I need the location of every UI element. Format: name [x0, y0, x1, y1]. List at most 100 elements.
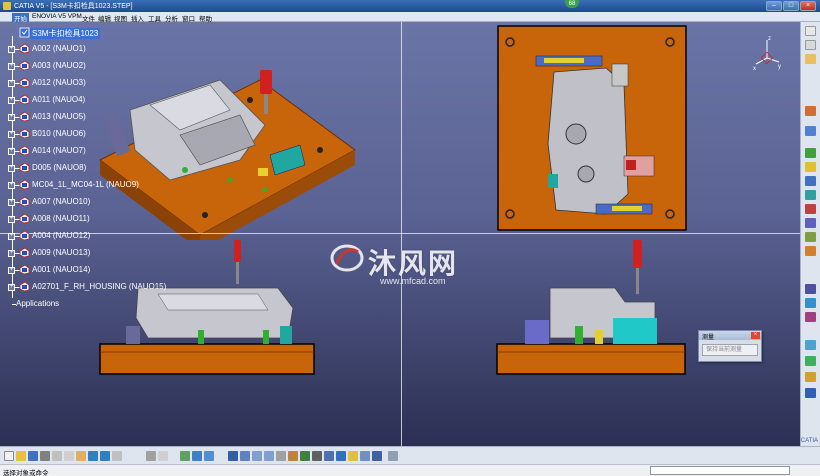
measure-between-icon[interactable]: [348, 451, 358, 461]
expand-icon[interactable]: +: [8, 199, 15, 206]
toolbar-scene-icon[interactable]: [805, 232, 816, 242]
toolbar-assembly-icon[interactable]: [805, 126, 816, 136]
tree-item[interactable]: + A003 (NAUO2): [4, 59, 184, 73]
toolbar-catalog-icon[interactable]: [805, 218, 816, 228]
toolbar-material-icon[interactable]: [805, 388, 816, 398]
swap-visible-icon[interactable]: [336, 451, 346, 461]
command-input[interactable]: [650, 466, 790, 475]
formula-icon[interactable]: [146, 451, 156, 461]
measure-item-icon[interactable]: [360, 451, 370, 461]
tree-item[interactable]: + A002 (NAUO1): [4, 42, 184, 56]
apply-material-icon[interactable]: [372, 451, 382, 461]
expand-icon[interactable]: +: [8, 63, 15, 70]
expand-icon[interactable]: +: [8, 233, 15, 240]
tree-item-label[interactable]: A013 (NAUO5): [32, 112, 86, 121]
catia-app-icon[interactable]: [3, 2, 11, 10]
tree-item[interactable]: + A009 (NAUO13): [4, 246, 184, 260]
toolbar-move-icon[interactable]: [805, 176, 816, 186]
tree-item[interactable]: + A012 (NAUO3): [4, 76, 184, 90]
tree-item-label[interactable]: A014 (NAUO7): [32, 146, 86, 155]
tree-item-label[interactable]: A009 (NAUO13): [32, 248, 90, 257]
tree-item-label[interactable]: A002 (NAUO1): [32, 44, 86, 53]
toolbar-product-icon[interactable]: [805, 106, 816, 116]
pan-icon[interactable]: [228, 451, 238, 461]
toolbar-clash-icon[interactable]: [805, 284, 816, 294]
tree-item[interactable]: + B010 (NAUO6): [4, 127, 184, 141]
shading-icon[interactable]: [312, 451, 322, 461]
dialog-header[interactable]: 测量 ×: [699, 331, 761, 341]
toolbar-view-icon[interactable]: [805, 340, 816, 350]
expand-icon[interactable]: +: [8, 284, 15, 291]
menu-enovia[interactable]: ENOVIA V5 VPM: [32, 13, 82, 20]
tree-item-label[interactable]: A003 (NAUO2): [32, 61, 86, 70]
tree-item-label[interactable]: A004 (NAUO12): [32, 231, 90, 240]
expand-icon[interactable]: +: [8, 182, 15, 189]
open-file-icon[interactable]: [16, 451, 26, 461]
compass-axis-icon[interactable]: z y x: [752, 34, 782, 74]
3d-viewport[interactable]: S3M卡扣检具1023 + A002 (NAUO1) + A003 (NAUO2…: [0, 22, 800, 446]
grid-icon[interactable]: [180, 451, 190, 461]
save-icon[interactable]: [28, 451, 38, 461]
paste-icon[interactable]: [76, 451, 86, 461]
iso-view-icon[interactable]: [300, 451, 310, 461]
keep-measure-button[interactable]: 保持当前测量: [702, 344, 758, 356]
tree-root[interactable]: S3M卡扣检具1023: [4, 26, 184, 40]
expand-icon[interactable]: +: [8, 250, 15, 257]
expand-icon[interactable]: +: [8, 267, 15, 274]
tree-item[interactable]: + D005 (NAUO8): [4, 161, 184, 175]
toolbar-arrow-icon[interactable]: [805, 40, 816, 50]
tree-item-label[interactable]: A001 (NAUO14): [32, 265, 90, 274]
normal-view-icon[interactable]: [276, 451, 286, 461]
cut-icon[interactable]: [52, 451, 62, 461]
toolbar-annotation-icon[interactable]: [805, 312, 816, 322]
comment-icon[interactable]: [158, 451, 168, 461]
expand-icon[interactable]: +: [8, 80, 15, 87]
tree-item-label[interactable]: A012 (NAUO3): [32, 78, 86, 87]
toolbar-section-icon[interactable]: [805, 246, 816, 256]
tree-item-label[interactable]: A011 (NAUO4): [32, 95, 85, 104]
expand-icon[interactable]: +: [8, 114, 15, 121]
toolbar-render-icon[interactable]: [805, 356, 816, 366]
extra-toolbar-icon[interactable]: [388, 451, 398, 461]
tree-item[interactable]: + A001 (NAUO14): [4, 263, 184, 277]
toolbar-measure-icon[interactable]: [805, 162, 816, 172]
fit-all-icon[interactable]: [204, 451, 214, 461]
tree-item-label[interactable]: B010 (NAUO6): [32, 129, 86, 138]
close-button[interactable]: ×: [800, 1, 816, 11]
zoom-in-icon[interactable]: [252, 451, 262, 461]
dialog-close-icon[interactable]: ×: [751, 332, 760, 339]
tree-item[interactable]: + A013 (NAUO5): [4, 110, 184, 124]
new-file-icon[interactable]: [4, 451, 14, 461]
toolbar-constraint-icon[interactable]: [805, 148, 816, 158]
toolbar-snap-icon[interactable]: [805, 190, 816, 200]
tree-item-label[interactable]: A007 (NAUO10): [32, 197, 90, 206]
tree-item-label[interactable]: A008 (NAUO11): [32, 214, 90, 223]
tree-item[interactable]: + A008 (NAUO11): [4, 212, 184, 226]
hide-show-icon[interactable]: [324, 451, 334, 461]
tree-root-label[interactable]: S3M卡扣检具1023: [30, 28, 101, 39]
minimize-button[interactable]: –: [766, 1, 782, 11]
expand-icon[interactable]: +: [8, 148, 15, 155]
toolbar-light-icon[interactable]: [805, 372, 816, 382]
expand-icon[interactable]: +: [8, 46, 15, 53]
expand-icon[interactable]: +: [8, 165, 15, 172]
tree-item[interactable]: + A02701_F_RH_HOUSING (NAUO15): [4, 280, 184, 294]
tree-item[interactable]: + A014 (NAUO7): [4, 144, 184, 158]
multi-view-icon[interactable]: [288, 451, 298, 461]
maximize-button[interactable]: □: [783, 1, 799, 11]
tree-item[interactable]: + A011 (NAUO4): [4, 93, 184, 107]
tree-applications[interactable]: Applications: [4, 297, 184, 311]
toolbar-sketch-icon[interactable]: [805, 54, 816, 64]
print-icon[interactable]: [40, 451, 50, 461]
undo-icon[interactable]: [88, 451, 98, 461]
tree-item-label[interactable]: A02701_F_RH_HOUSING (NAUO15): [32, 282, 166, 291]
redo-icon[interactable]: [100, 451, 110, 461]
toolbar-distance-icon[interactable]: [805, 298, 816, 308]
expand-icon[interactable]: +: [8, 97, 15, 104]
tree-item[interactable]: + A007 (NAUO10): [4, 195, 184, 209]
tree-item[interactable]: + A004 (NAUO12): [4, 229, 184, 243]
tree-item[interactable]: + MC04_1L_MC04-1L (NAUO9): [4, 178, 184, 192]
expand-icon[interactable]: +: [8, 216, 15, 223]
zoom-out-icon[interactable]: [264, 451, 274, 461]
applications-label[interactable]: Applications: [16, 299, 59, 308]
